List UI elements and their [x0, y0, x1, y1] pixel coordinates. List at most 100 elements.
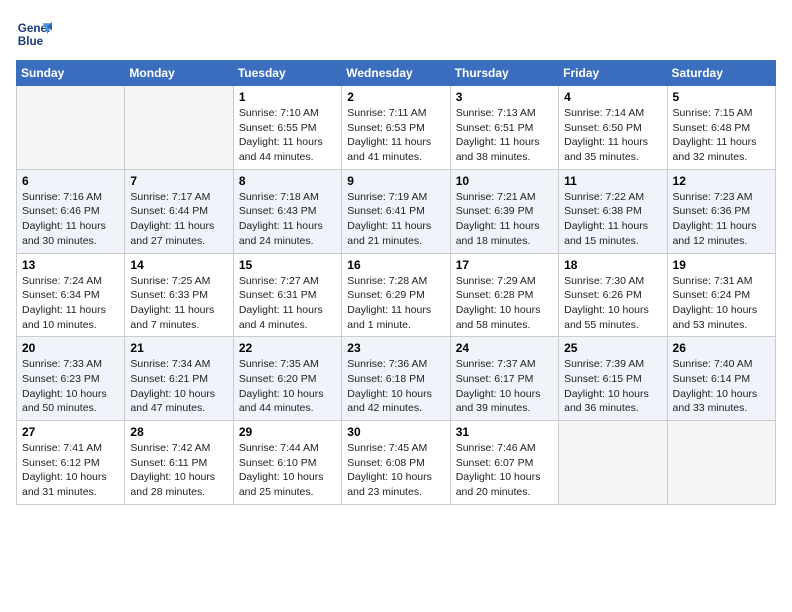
day-number: 22: [239, 341, 336, 355]
day-number: 4: [564, 90, 661, 104]
calendar-cell: 26Sunrise: 7:40 AM Sunset: 6:14 PM Dayli…: [667, 337, 775, 421]
calendar-cell: 21 Sunrise: 7:34 AM Sunset: 6:21 PM Dayli…: [125, 337, 233, 421]
day-number: 3: [456, 90, 553, 104]
calendar-cell: 19 Sunrise: 7:31 AM Sunset: 6:24 PM Dayli…: [667, 253, 775, 337]
day-info: Sunrise: 7:11 AM Sunset: 6:53 PM Dayligh…: [347, 106, 444, 165]
day-info: Sunrise: 7:27 AM Sunset: 6:31 PM Dayligh…: [239, 274, 336, 333]
day-info: Sunrise: 7:14 AM Sunset: 6:50 PM Dayligh…: [564, 106, 661, 165]
calendar-cell: 28 Sunrise: 7:42 AM Sunset: 6:11 PM Dayli…: [125, 421, 233, 505]
day-info: Sunrise: 7:16 AM Sunset: 6:46 PM Dayligh…: [22, 190, 119, 249]
day-number: 14: [130, 258, 227, 272]
day-info: Sunrise: 7:13 AM Sunset: 6:51 PM Dayligh…: [456, 106, 553, 165]
day-header-monday: Monday: [125, 61, 233, 86]
day-header-thursday: Thursday: [450, 61, 558, 86]
day-info: Sunrise: 7:39 AM Sunset: 6:15 PM Dayligh…: [564, 357, 661, 416]
calendar-cell: 1Sunrise: 7:10 AM Sunset: 6:55 PM Daylig…: [233, 86, 341, 170]
day-number: 15: [239, 258, 336, 272]
day-header-tuesday: Tuesday: [233, 61, 341, 86]
day-number: 13: [22, 258, 119, 272]
day-number: 17: [456, 258, 553, 272]
calendar-cell: 22 Sunrise: 7:35 AM Sunset: 6:20 PM Dayli…: [233, 337, 341, 421]
logo: General Blue: [16, 16, 52, 52]
calendar-cell: [667, 421, 775, 505]
calendar-cell: 18 Sunrise: 7:30 AM Sunset: 6:26 PM Dayli…: [559, 253, 667, 337]
day-info: Sunrise: 7:34 AM Sunset: 6:21 PM Dayligh…: [130, 357, 227, 416]
calendar-week-2: 6 Sunrise: 7:16 AM Sunset: 6:46 PM Daylig…: [17, 169, 776, 253]
day-number: 2: [347, 90, 444, 104]
calendar-cell: 16 Sunrise: 7:28 AM Sunset: 6:29 PM Dayli…: [342, 253, 450, 337]
day-number: 27: [22, 425, 119, 439]
day-number: 7: [130, 174, 227, 188]
day-info: Sunrise: 7:17 AM Sunset: 6:44 PM Dayligh…: [130, 190, 227, 249]
day-info: Sunrise: 7:23 AM Sunset: 6:36 PM Dayligh…: [673, 190, 770, 249]
day-number: 29: [239, 425, 336, 439]
day-number: 31: [456, 425, 553, 439]
calendar-cell: [125, 86, 233, 170]
day-info: Sunrise: 7:37 AM Sunset: 6:17 PM Dayligh…: [456, 357, 553, 416]
day-header-saturday: Saturday: [667, 61, 775, 86]
day-info: Sunrise: 7:30 AM Sunset: 6:26 PM Dayligh…: [564, 274, 661, 333]
day-number: 16: [347, 258, 444, 272]
day-number: 5: [673, 90, 770, 104]
calendar-cell: 25 Sunrise: 7:39 AM Sunset: 6:15 PM Dayli…: [559, 337, 667, 421]
calendar-cell: 3 Sunrise: 7:13 AM Sunset: 6:51 PM Daylig…: [450, 86, 558, 170]
calendar-header-row: SundayMondayTuesdayWednesdayThursdayFrid…: [17, 61, 776, 86]
day-info: Sunrise: 7:28 AM Sunset: 6:29 PM Dayligh…: [347, 274, 444, 333]
day-number: 1: [239, 90, 336, 104]
day-info: Sunrise: 7:45 AM Sunset: 6:08 PM Dayligh…: [347, 441, 444, 500]
day-header-wednesday: Wednesday: [342, 61, 450, 86]
calendar-cell: 2 Sunrise: 7:11 AM Sunset: 6:53 PM Daylig…: [342, 86, 450, 170]
calendar-cell: 10 Sunrise: 7:21 AM Sunset: 6:39 PM Dayli…: [450, 169, 558, 253]
day-info: Sunrise: 7:31 AM Sunset: 6:24 PM Dayligh…: [673, 274, 770, 333]
calendar-cell: 11 Sunrise: 7:22 AM Sunset: 6:38 PM Dayli…: [559, 169, 667, 253]
day-info: Sunrise: 7:24 AM Sunset: 6:34 PM Dayligh…: [22, 274, 119, 333]
calendar-cell: 6 Sunrise: 7:16 AM Sunset: 6:46 PM Daylig…: [17, 169, 125, 253]
day-number: 10: [456, 174, 553, 188]
day-number: 11: [564, 174, 661, 188]
day-info: Sunrise: 7:40 AM Sunset: 6:14 PM Dayligh…: [673, 357, 770, 416]
day-number: 8: [239, 174, 336, 188]
calendar-week-3: 13 Sunrise: 7:24 AM Sunset: 6:34 PM Dayli…: [17, 253, 776, 337]
calendar-cell: 15 Sunrise: 7:27 AM Sunset: 6:31 PM Dayli…: [233, 253, 341, 337]
calendar-table: SundayMondayTuesdayWednesdayThursdayFrid…: [16, 60, 776, 505]
page-header: General Blue: [16, 16, 776, 52]
calendar-cell: 30 Sunrise: 7:45 AM Sunset: 6:08 PM Dayli…: [342, 421, 450, 505]
day-header-friday: Friday: [559, 61, 667, 86]
day-info: Sunrise: 7:25 AM Sunset: 6:33 PM Dayligh…: [130, 274, 227, 333]
calendar-week-5: 27Sunrise: 7:41 AM Sunset: 6:12 PM Dayli…: [17, 421, 776, 505]
day-header-sunday: Sunday: [17, 61, 125, 86]
calendar-cell: 8 Sunrise: 7:18 AM Sunset: 6:43 PM Daylig…: [233, 169, 341, 253]
day-info: Sunrise: 7:21 AM Sunset: 6:39 PM Dayligh…: [456, 190, 553, 249]
day-number: 6: [22, 174, 119, 188]
svg-text:Blue: Blue: [18, 35, 44, 48]
day-info: Sunrise: 7:22 AM Sunset: 6:38 PM Dayligh…: [564, 190, 661, 249]
day-number: 12: [673, 174, 770, 188]
day-info: Sunrise: 7:19 AM Sunset: 6:41 PM Dayligh…: [347, 190, 444, 249]
day-number: 24: [456, 341, 553, 355]
day-number: 18: [564, 258, 661, 272]
day-number: 23: [347, 341, 444, 355]
day-number: 19: [673, 258, 770, 272]
calendar-cell: 17 Sunrise: 7:29 AM Sunset: 6:28 PM Dayli…: [450, 253, 558, 337]
day-info: Sunrise: 7:46 AM Sunset: 6:07 PM Dayligh…: [456, 441, 553, 500]
day-info: Sunrise: 7:44 AM Sunset: 6:10 PM Dayligh…: [239, 441, 336, 500]
day-info: Sunrise: 7:18 AM Sunset: 6:43 PM Dayligh…: [239, 190, 336, 249]
calendar-cell: 5 Sunrise: 7:15 AM Sunset: 6:48 PM Daylig…: [667, 86, 775, 170]
logo-icon: General Blue: [16, 16, 52, 52]
day-number: 28: [130, 425, 227, 439]
day-info: Sunrise: 7:42 AM Sunset: 6:11 PM Dayligh…: [130, 441, 227, 500]
day-number: 25: [564, 341, 661, 355]
day-number: 9: [347, 174, 444, 188]
calendar-cell: 12 Sunrise: 7:23 AM Sunset: 6:36 PM Dayli…: [667, 169, 775, 253]
day-info: Sunrise: 7:35 AM Sunset: 6:20 PM Dayligh…: [239, 357, 336, 416]
calendar-cell: 20Sunrise: 7:33 AM Sunset: 6:23 PM Dayli…: [17, 337, 125, 421]
calendar-cell: 31 Sunrise: 7:46 AM Sunset: 6:07 PM Dayli…: [450, 421, 558, 505]
day-info: Sunrise: 7:15 AM Sunset: 6:48 PM Dayligh…: [673, 106, 770, 165]
calendar-week-4: 20Sunrise: 7:33 AM Sunset: 6:23 PM Dayli…: [17, 337, 776, 421]
day-number: 30: [347, 425, 444, 439]
day-number: 21: [130, 341, 227, 355]
calendar-cell: 13 Sunrise: 7:24 AM Sunset: 6:34 PM Dayli…: [17, 253, 125, 337]
day-info: Sunrise: 7:29 AM Sunset: 6:28 PM Dayligh…: [456, 274, 553, 333]
day-number: 20: [22, 341, 119, 355]
calendar-cell: [17, 86, 125, 170]
